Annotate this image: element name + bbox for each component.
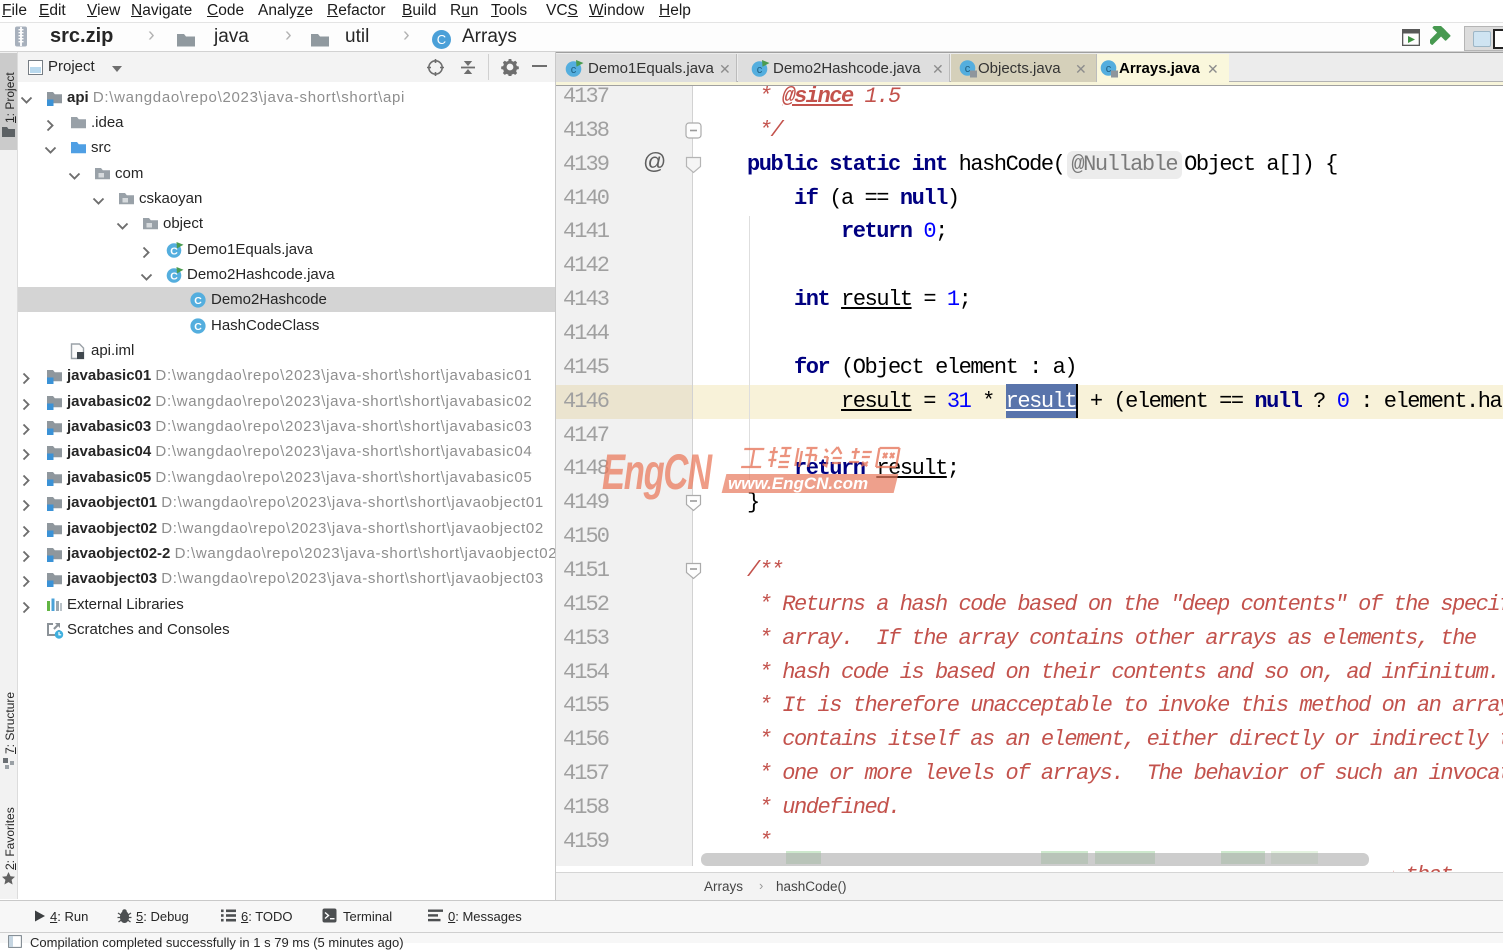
svg-text:C: C (194, 295, 202, 307)
svg-text:C: C (194, 321, 202, 333)
svg-text:C: C (437, 32, 446, 47)
